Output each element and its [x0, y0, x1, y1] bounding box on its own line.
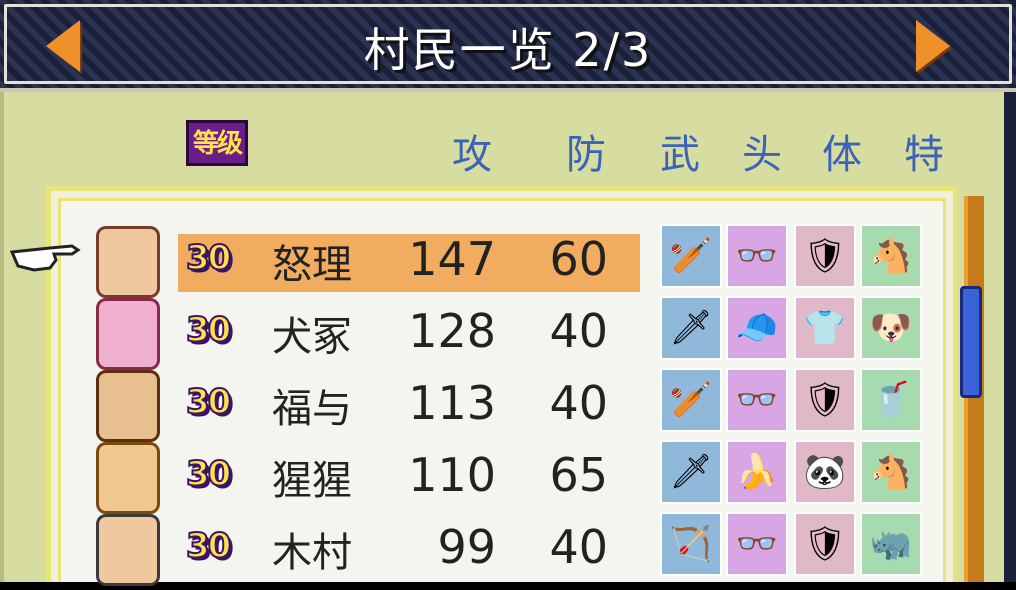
horse-icon[interactable]: 🐴: [860, 224, 922, 288]
sword-icon[interactable]: 🗡: [660, 440, 722, 504]
head-column-header[interactable]: 头: [742, 122, 782, 180]
defense-column-header[interactable]: 防: [566, 122, 606, 180]
armor-icon[interactable]: 🛡: [794, 512, 856, 576]
villager-row[interactable]: 30 怒理 147 60 🏏 👓 🛡 🐴: [0, 224, 1016, 302]
defense-value: 40: [549, 520, 608, 574]
villager-row[interactable]: 30 犬冢 128 40 🗡 🧢 👕 🐶: [0, 296, 1016, 374]
villager-avatar: [96, 298, 160, 370]
level-value: 30: [185, 309, 232, 351]
glasses-icon[interactable]: 👓: [726, 368, 788, 432]
page-title: 村民一览 2/3: [363, 23, 653, 77]
glasses-icon[interactable]: 👓: [726, 512, 788, 576]
level-value: 30: [185, 453, 232, 495]
dog-icon[interactable]: 🐶: [860, 296, 922, 360]
attack-value: 147: [408, 232, 496, 286]
villager-avatar: [96, 370, 160, 442]
club-icon[interactable]: 🏏: [660, 368, 722, 432]
villager-avatar: [96, 514, 160, 586]
villager-row[interactable]: 30 木村 99 40 🏹 👓 🛡 🦏: [0, 512, 1016, 590]
red-cap-icon[interactable]: 🧢: [726, 296, 788, 360]
villager-row[interactable]: 30 福与 113 40 🏏 👓 🛡 🥤: [0, 368, 1016, 446]
special-column-header[interactable]: 特: [904, 122, 944, 180]
villager-name: 福与: [272, 386, 352, 432]
sword-icon[interactable]: 🗡: [660, 296, 722, 360]
panda-suit-icon[interactable]: 🐼: [794, 440, 856, 504]
armor-icon[interactable]: 🛡: [794, 368, 856, 432]
attack-column-header[interactable]: 攻: [452, 122, 492, 180]
title-bar: 村民一览 2/3: [0, 0, 1016, 92]
glasses-icon[interactable]: 👓: [726, 224, 788, 288]
defense-value: 60: [549, 232, 608, 286]
club-icon[interactable]: 🏏: [660, 224, 722, 288]
defense-value: 40: [549, 376, 608, 430]
villager-name: 怒理: [272, 242, 352, 288]
bow-icon[interactable]: 🏹: [660, 512, 722, 576]
next-page-arrow-icon[interactable]: [916, 20, 950, 72]
defense-value: 40: [549, 304, 608, 358]
attack-value: 99: [437, 520, 496, 574]
villager-row[interactable]: 30 猩猩 110 65 🗡 🍌 🐼 🐴: [0, 440, 1016, 518]
armor-icon[interactable]: 🛡: [794, 224, 856, 288]
villager-avatar: [96, 226, 160, 298]
villager-name: 木村: [272, 530, 352, 576]
drink-icon[interactable]: 🥤: [860, 368, 922, 432]
level-column-header[interactable]: 等级: [186, 120, 248, 166]
defense-value: 65: [549, 448, 608, 502]
weapon-column-header[interactable]: 武: [660, 122, 700, 180]
villager-name: 猩猩: [272, 458, 352, 504]
attack-value: 113: [408, 376, 496, 430]
villager-avatar: [96, 442, 160, 514]
horse-icon[interactable]: 🐴: [860, 440, 922, 504]
banana-icon[interactable]: 🍌: [726, 440, 788, 504]
rhino-icon[interactable]: 🦏: [860, 512, 922, 576]
level-value: 30: [185, 525, 232, 567]
pink-suit-icon[interactable]: 👕: [794, 296, 856, 360]
level-value: 30: [185, 237, 232, 279]
villager-name: 犬冢: [272, 314, 352, 360]
body-column-header[interactable]: 体: [822, 122, 862, 180]
level-value: 30: [185, 381, 232, 423]
attack-value: 128: [408, 304, 496, 358]
attack-value: 110: [408, 448, 496, 502]
